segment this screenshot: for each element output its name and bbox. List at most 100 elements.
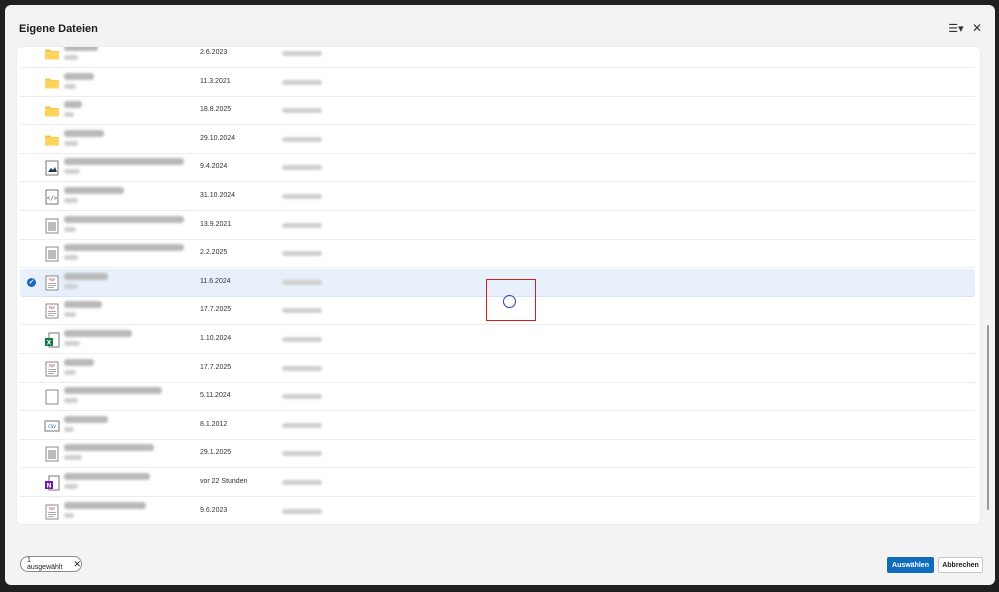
file-owner: Daniel Krapo	[282, 251, 322, 257]
file-owner: Daniel Krapo	[282, 279, 322, 285]
file-size: 24 kB	[64, 426, 74, 432]
file-modified-date: 2.2.2025	[200, 249, 228, 257]
folder-icon	[44, 103, 60, 119]
file-row[interactable]: Arbeit_Backupstorned 29.10.2024 Daniel Kra…	[20, 126, 975, 154]
file-owner: Daniel Krapo	[282, 51, 322, 56]
file-row[interactable]: X InstalledPrograms.csv 12 Zeilen 1.10.2024…	[20, 326, 975, 354]
doc-icon	[44, 218, 60, 234]
file-row[interactable]: Screenshot-2024-04-09-at-12-03-44-mit-di…	[20, 154, 975, 183]
file-row[interactable]: Widerzeg 3.5 kB 11.3.2021 Daniel Krapo	[20, 69, 975, 97]
folder-icon	[44, 47, 60, 62]
svg-text:PDF: PDF	[49, 306, 56, 310]
file-row[interactable]: N System-Integration -- Notizbuch 23.4 kB v…	[20, 469, 975, 497]
excel-icon: X	[44, 332, 60, 348]
pdf-icon: PDF	[44, 303, 60, 319]
file-owner: Daniel Krapo	[282, 165, 322, 171]
svg-text:PDF: PDF	[49, 364, 56, 368]
svg-text:X: X	[47, 340, 52, 347]
onenote-icon: N	[44, 475, 60, 491]
file-size: 23.4 kB	[64, 484, 78, 489]
file-size: 1.18 kB	[64, 226, 76, 232]
file-owner: Daniel Krapo	[282, 308, 322, 314]
pdf-icon: PDF	[44, 275, 60, 291]
file-name: Arbeit	[64, 101, 82, 109]
scrollbar-thumb[interactable]	[987, 325, 989, 510]
svg-text:N: N	[46, 483, 51, 490]
file-modified-date: 31.10.2024	[200, 192, 236, 199]
file-name: Resolv_Juni.pdf	[64, 301, 102, 309]
file-name: SOC-Notes.pdf	[64, 272, 108, 280]
file-name: cloudflare-danielkrapo@outlook.com-expor…	[64, 244, 184, 252]
file-modified-date: 17.7.2025	[200, 306, 232, 314]
clear-selection-icon[interactable]: ✕	[73, 559, 81, 570]
file-modified-date: 29.1.2025	[200, 449, 232, 457]
file-owner: Daniel Krapo	[282, 222, 322, 228]
file-size: 23 kB	[64, 169, 80, 175]
file-owner: Daniel Krapo	[282, 394, 322, 400]
file-modified-date: 18.8.2025	[200, 106, 232, 114]
file-size: 1.2 kB	[64, 112, 74, 118]
file-row[interactable]: product_data_summary_realworld 13 Kilobyt…	[20, 440, 975, 469]
dialog-title: Eigene Dateien	[19, 23, 98, 35]
file-size: storned	[64, 140, 78, 146]
file-size: 10 Byte	[64, 255, 78, 261]
file-owner: Daniel Krapo	[282, 422, 322, 428]
dialog-header: Eigene Dateien ☰▾ ✕	[5, 5, 995, 47]
close-button[interactable]: ✕	[970, 19, 984, 37]
file-name: Screenshot-2024-04-09-at-12-03-44-mit-di…	[64, 158, 184, 166]
select-button[interactable]: Auswählen	[887, 557, 934, 573]
loading-cursor-icon	[503, 295, 516, 308]
doc-icon	[44, 246, 60, 262]
file-size: 1.86 kB	[64, 283, 78, 289]
file-owner: Daniel Krapo	[282, 365, 322, 371]
file-owner: Daniel Krapo	[282, 108, 322, 114]
file-row[interactable]: Einkaufsliste-Kinderbetreuungszuschuss-D…	[20, 212, 975, 240]
view-options-button[interactable]: ☰▾	[945, 19, 967, 37]
cancel-button[interactable]: Abbrechen	[938, 557, 983, 573]
svg-text:</>: </>	[47, 195, 58, 202]
file-row[interactable]: </> source-profiles.json 24.2 kB 31.10.2024…	[20, 183, 975, 211]
svg-text:CSV: CSV	[48, 424, 56, 429]
code-icon: </>	[44, 189, 60, 205]
file-modified-date: 5.11.2024	[200, 392, 231, 400]
file-row[interactable]: KenntnisnahmeVomDatenschutz 0.93 kB 5.11.2…	[20, 383, 975, 412]
close-icon: ✕	[971, 21, 983, 35]
file-modified-date: 11.3.2021	[200, 77, 231, 85]
pdf-icon: PDF	[44, 361, 60, 377]
file-size: 1.05 kB	[64, 312, 76, 318]
file-row[interactable]: Arbeit 1.2 kB 18.8.2025 Daniel Krapo	[20, 97, 975, 126]
file-size: 41.8 kB	[64, 512, 74, 518]
file-size: 13 Kilobyte	[64, 455, 82, 461]
image-icon	[44, 160, 60, 176]
folder-icon	[44, 132, 60, 148]
selected-check-icon[interactable]: ✓	[27, 277, 36, 287]
file-row[interactable]: CSV Bilanzkonto.csv 24 kB 8.1.2012 Daniel Kr…	[20, 412, 975, 440]
file-name: Einkaufsliste-Kinderbetreuungszuschuss-D…	[64, 215, 184, 223]
file-name: Bilanzkonto.csv	[64, 415, 108, 423]
file-size: 22 Elt	[64, 55, 78, 60]
file-name: Telefonat-Zugangsdaten.pdf	[64, 501, 146, 509]
file-name: System-Integration -- Notizbuch	[64, 473, 150, 480]
file-size: 24.2 kB	[64, 198, 78, 203]
file-owner: Daniel Krapo	[282, 451, 322, 457]
view-options-icon: ☰▾	[948, 22, 964, 35]
folder-icon	[44, 75, 60, 91]
file-owner: Daniel Krapo	[282, 194, 322, 199]
file-owner: Daniel Krapo	[282, 508, 322, 514]
file-row[interactable]: PDF Kostenerzeg.pdf storned 17.7.2025 Daniel…	[20, 355, 975, 383]
file-row[interactable]: cloudflare-danielkrapo@outlook.com-expor…	[20, 240, 975, 269]
selection-chip[interactable]: 1 ausgewählt ✕	[20, 556, 82, 572]
file-modified-date: 9.6.2023	[200, 506, 228, 514]
blank-icon	[44, 389, 60, 405]
file-owner: Daniel Krapo	[282, 337, 322, 342]
svg-text:PDF: PDF	[49, 278, 56, 282]
file-owner: Daniel Krapo	[282, 79, 322, 85]
file-owner: Daniel Krapo	[282, 136, 322, 142]
file-row[interactable]: PDF Telefonat-Zugangsdaten.pdf 41.8 kB 9.6.…	[20, 498, 975, 524]
file-row[interactable]: Blockanner 22 Elt 2.6.2023 Daniel Krapo	[20, 47, 975, 68]
file-name: Widerzeg	[64, 72, 94, 80]
file-modified-date: 1.10.2024	[200, 335, 232, 342]
file-modified-date: 2.6.2023	[200, 49, 228, 56]
doc-icon	[44, 446, 60, 462]
file-name: KenntnisnahmeVomDatenschutz	[64, 387, 162, 395]
